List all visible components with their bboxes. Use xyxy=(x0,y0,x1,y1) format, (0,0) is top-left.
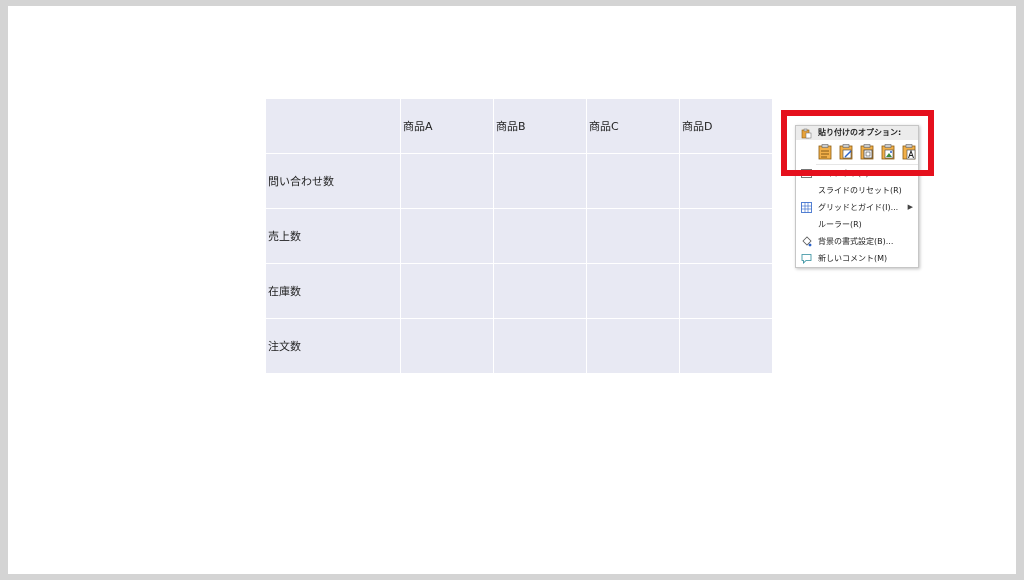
paste-options-bar xyxy=(796,140,918,164)
menu-item-grid-guides[interactable]: グリッドとガイド(I)... ▶ xyxy=(796,199,918,216)
data-table[interactable]: 商品A 商品B 商品C 商品D 問い合わせ数 売上数 在庫数 注文数 xyxy=(265,98,773,374)
paste-edit-icon[interactable] xyxy=(837,143,855,161)
table-cell[interactable] xyxy=(493,263,587,319)
column-header-a[interactable]: 商品A xyxy=(400,98,494,154)
table-cell[interactable] xyxy=(400,263,494,319)
table-row: 注文数 xyxy=(265,318,773,374)
menu-item-label: ルーラー(R) xyxy=(818,220,862,229)
table-cell[interactable] xyxy=(586,318,680,374)
table-cell[interactable] xyxy=(679,208,773,264)
table-cell[interactable] xyxy=(400,153,494,209)
table-cell[interactable] xyxy=(586,208,680,264)
table-cell[interactable] xyxy=(493,208,587,264)
menu-item-new-comment[interactable]: 新しいコメント(M) xyxy=(796,250,918,267)
paste-default-icon[interactable] xyxy=(816,143,834,161)
format-background-icon xyxy=(801,236,812,247)
menu-item-label: レイアウト(L) xyxy=(818,169,869,178)
paste-picture-icon[interactable] xyxy=(858,143,876,161)
row-header[interactable]: 問い合わせ数 xyxy=(265,153,401,209)
paste-options-label: 貼り付けのオプション: xyxy=(818,128,902,137)
column-header-c[interactable]: 商品C xyxy=(586,98,680,154)
context-menu: 貼り付けのオプション: レイアウト(L) スライドのリセット(R) グリッドとガ… xyxy=(795,125,919,268)
table-header-row: 商品A 商品B 商品C 商品D xyxy=(265,98,773,154)
table-cell[interactable] xyxy=(493,318,587,374)
table-cell[interactable] xyxy=(679,153,773,209)
table-cell[interactable] xyxy=(586,263,680,319)
menu-item-layout[interactable]: レイアウト(L) xyxy=(796,165,918,182)
menu-item-ruler[interactable]: ルーラー(R) xyxy=(796,216,918,233)
submenu-arrow-icon: ▶ xyxy=(907,203,913,211)
table-cell[interactable] xyxy=(679,318,773,374)
clipboard-icon xyxy=(801,128,812,139)
table-cell[interactable] xyxy=(679,263,773,319)
menu-item-label: 背景の書式設定(B)... xyxy=(818,237,894,246)
table-cell[interactable] xyxy=(400,208,494,264)
column-header-d[interactable]: 商品D xyxy=(679,98,773,154)
table-cell[interactable] xyxy=(493,153,587,209)
row-header[interactable]: 売上数 xyxy=(265,208,401,264)
table-row: 問い合わせ数 xyxy=(265,153,773,209)
menu-item-label: スライドのリセット(R) xyxy=(818,186,902,195)
table-cell[interactable] xyxy=(400,318,494,374)
menu-item-reset-slide[interactable]: スライドのリセット(R) xyxy=(796,182,918,199)
menu-item-format-background[interactable]: 背景の書式設定(B)... xyxy=(796,233,918,250)
menu-item-label: グリッドとガイド(I)... xyxy=(818,203,899,212)
layout-icon xyxy=(801,168,812,179)
table-row: 在庫数 xyxy=(265,263,773,319)
table-cell[interactable] xyxy=(586,153,680,209)
row-header[interactable]: 在庫数 xyxy=(265,263,401,319)
paste-text-icon[interactable] xyxy=(900,143,918,161)
grid-icon xyxy=(801,202,812,213)
table-corner-cell[interactable] xyxy=(265,98,401,154)
paste-image-icon[interactable] xyxy=(879,143,897,161)
row-header[interactable]: 注文数 xyxy=(265,318,401,374)
comment-icon xyxy=(801,253,812,264)
paste-options-header: 貼り付けのオプション: xyxy=(796,126,918,140)
column-header-b[interactable]: 商品B xyxy=(493,98,587,154)
table-row: 売上数 xyxy=(265,208,773,264)
menu-item-label: 新しいコメント(M) xyxy=(818,254,888,263)
